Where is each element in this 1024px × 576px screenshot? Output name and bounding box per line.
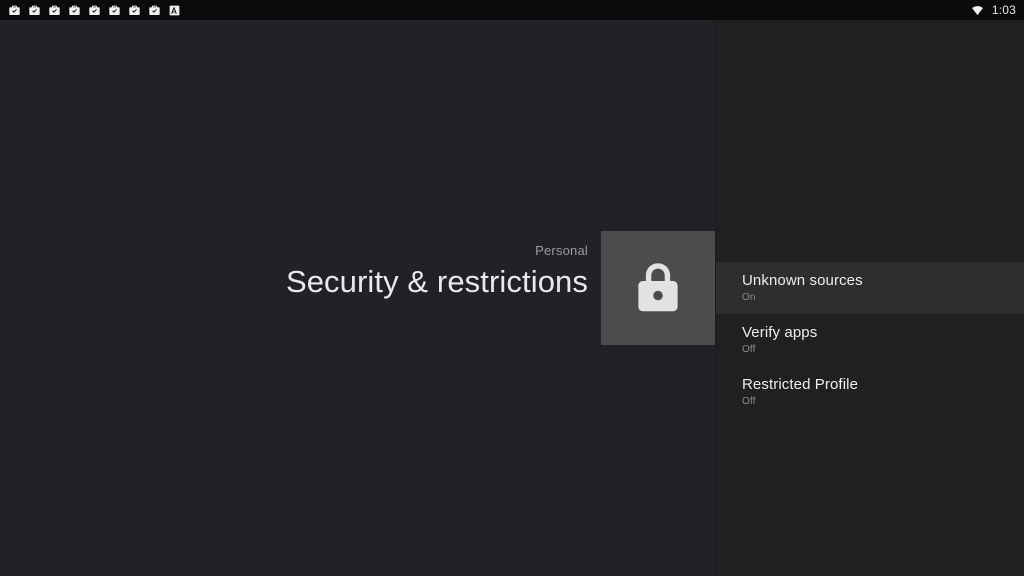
work-app-installed-icon xyxy=(69,5,80,15)
page-title: Security & restrictions xyxy=(285,264,588,299)
lock-icon xyxy=(638,263,678,312)
settings-options-panel: Unknown sources On Verify apps Off Restr… xyxy=(715,20,1024,576)
wifi-icon xyxy=(971,5,983,15)
settings-hero-area: Personal Security & restrictions xyxy=(0,20,715,576)
work-app-installed-icon xyxy=(129,5,140,15)
settings-row-title: Restricted Profile xyxy=(742,376,859,393)
status-bar-system-icons: 1:03 xyxy=(971,0,1016,20)
status-bar-notification-icons xyxy=(8,0,181,20)
settings-row-verify-apps[interactable]: Verify apps Off xyxy=(716,314,1024,366)
settings-row-title: Unknown sources xyxy=(742,272,863,289)
settings-row-status: On xyxy=(742,292,756,303)
app-badge-icon xyxy=(169,5,180,15)
settings-hero-text: Personal Security & restrictions xyxy=(286,231,601,301)
work-app-installed-icon xyxy=(109,5,120,15)
settings-row-title: Verify apps xyxy=(742,324,818,341)
status-bar-clock: 1:03 xyxy=(991,3,1016,17)
work-app-installed-icon xyxy=(9,5,20,15)
android-tv-settings-screen: 1:03 Personal Security & restrictions Un… xyxy=(0,0,1024,576)
work-app-installed-icon xyxy=(29,5,40,15)
settings-row-unknown-sources[interactable]: Unknown sources On xyxy=(716,262,1024,314)
settings-row-restricted-profile[interactable]: Restricted Profile Off xyxy=(716,366,1024,418)
settings-options-list: Unknown sources On Verify apps Off Restr… xyxy=(716,262,1024,418)
work-app-installed-icon xyxy=(89,5,100,15)
status-bar: 1:03 xyxy=(0,0,1024,20)
page-category-label: Personal xyxy=(535,243,588,258)
security-lock-tile xyxy=(601,231,715,345)
settings-hero-header: Personal Security & restrictions xyxy=(0,231,715,345)
settings-row-status: Off xyxy=(742,396,756,407)
work-app-installed-icon xyxy=(49,5,60,15)
settings-row-status: Off xyxy=(742,344,756,355)
work-app-installed-icon xyxy=(149,5,160,15)
